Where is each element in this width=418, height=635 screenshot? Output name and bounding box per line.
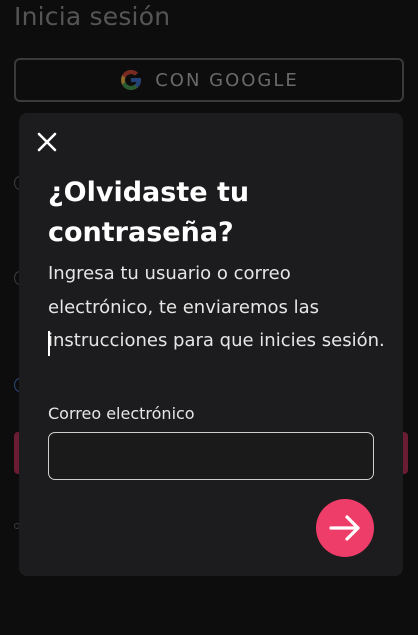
login-screen: Inicia sesión CON GOOGLE ¿Olvidaste tu c… [0,0,418,635]
modal-description: Ingresa tu usuario o correo electrónico,… [48,263,385,351]
modal-title: ¿Olvidaste tu contraseña? [48,177,250,248]
google-login-button[interactable]: CON GOOGLE [14,58,404,102]
submit-button[interactable] [316,499,374,557]
email-field[interactable] [48,432,374,480]
email-field-label: Correo electrónico [48,404,195,423]
google-button-label: CON GOOGLE [155,69,299,91]
close-icon [37,132,57,152]
arrow-right-icon [329,515,360,541]
close-button[interactable] [36,131,58,153]
forgot-password-modal: ¿Olvidaste tu contraseña? Ingresa tu usu… [19,113,403,576]
text-cursor [48,331,50,356]
page-title: Inicia sesión [14,2,171,31]
google-icon [119,68,143,92]
